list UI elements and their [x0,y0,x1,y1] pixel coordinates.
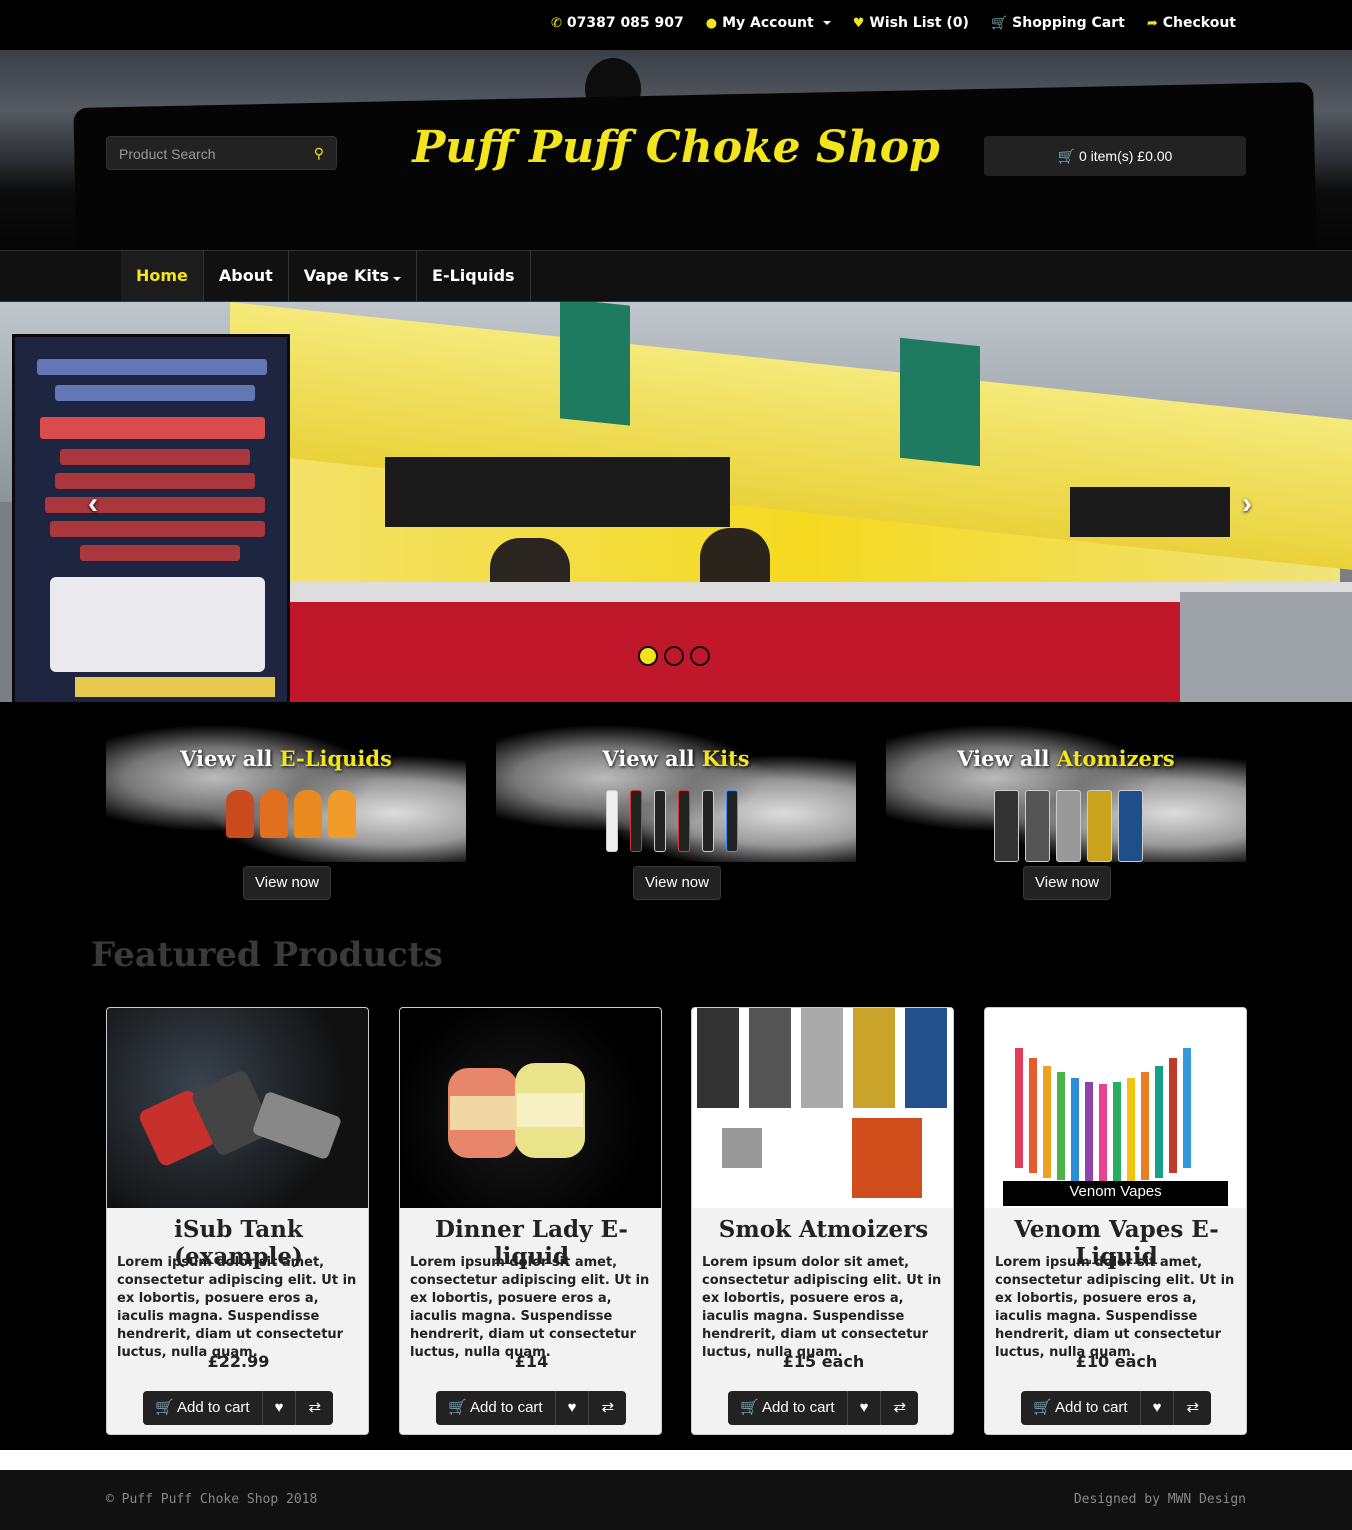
wish-list-link[interactable]: ♥ Wish List (0) [853,15,969,31]
product-card: Dinner Lady E-liquid Lorem ipsum dolor s… [399,1007,662,1435]
cart-icon: 🛒 [990,15,1008,31]
product-price: £22.99 [207,1352,270,1371]
wishlist-heart-icon[interactable]: ♥ [848,1391,882,1425]
compare-icon[interactable]: ⇄ [881,1391,918,1425]
wishlist-heart-icon[interactable]: ♥ [1141,1391,1175,1425]
nav-item-vape-kits[interactable]: Vape Kits [289,251,418,301]
product-image[interactable]: Venom Vapes [985,1008,1246,1208]
carousel-dot[interactable] [664,646,684,666]
product-image-caption: Venom Vapes [1069,1183,1162,1200]
product-image[interactable] [107,1008,368,1208]
category-title[interactable]: View all Kits [496,746,856,771]
product-card: iSub Tank (example) Lorem ipsum dolor si… [106,1007,369,1435]
checkout-link[interactable]: ➦ Checkout [1147,15,1236,31]
add-to-cart-button[interactable]: 🛒 Add to cart [1021,1391,1141,1425]
user-icon: ● [705,15,718,31]
nav-item-e-liquids[interactable]: E-Liquids [417,251,531,301]
product-price: £14 [514,1352,549,1371]
product-name[interactable]: Smok Atmoizers [692,1216,953,1243]
top-bar: ✆ 07387 085 907 ● My Account ♥ Wish List (0… [0,0,1352,50]
category-e-liquids: View all E-Liquids View now [106,722,466,902]
product-description: Lorem ipsum dolor sit amet, consectetur … [995,1255,1235,1360]
stall-sign [385,457,730,527]
category-title[interactable]: View all Atomizers [886,746,1246,771]
search-input[interactable]: Product Search ⚲ [106,136,337,170]
phone-icon: ✆ [550,15,562,31]
my-account-dropdown[interactable]: ● My Account [706,15,831,31]
footer: © Puff Puff Choke Shop 2018 Designed by … [0,1470,1352,1530]
cart-icon: 🛒 [740,1399,763,1416]
cart-icon: 🛒 [448,1399,471,1416]
product-description: Lorem ipsum dolor sit amet, consectetur … [117,1255,357,1360]
view-now-button[interactable]: View now [633,866,721,900]
featured-products-heading: Featured Products [91,935,443,975]
product-image[interactable] [692,1008,953,1208]
wishlist-heart-icon[interactable]: ♥ [263,1391,297,1425]
view-now-button[interactable]: View now [243,866,331,900]
cart-summary-button[interactable]: 🛒 0 item(s) £0.00 [984,136,1246,176]
share-arrow-icon: ➦ [1146,15,1158,31]
carousel-dot[interactable] [638,646,658,666]
caret-down-icon [393,277,402,281]
product-card: Venom Vapes Venom Vapes E-Liquid Lorem i… [984,1007,1247,1435]
phone-link[interactable]: ✆ 07387 085 907 [551,15,684,31]
add-to-cart-button[interactable]: 🛒 Add to cart [436,1391,556,1425]
site-logo[interactable]: Puff Puff Choke Shop [400,122,952,173]
product-description: Lorem ipsum dolor sit amet, consectetur … [702,1255,942,1360]
compare-icon[interactable]: ⇄ [589,1391,626,1425]
product-description: Lorem ipsum dolor sit amet, consectetur … [410,1255,650,1360]
product-image[interactable] [400,1008,661,1208]
search-placeholder: Product Search [119,146,216,162]
cart-icon: 🛒 [1057,148,1079,164]
carousel-next-icon[interactable]: › [1242,487,1252,521]
category-atomizers: View all Atomizers View now [886,722,1246,902]
hero-carousel: ‹ › [0,302,1352,702]
stall-sign [1070,487,1230,537]
caret-down-icon [822,21,831,25]
cart-icon: 🛒 [1033,1399,1056,1416]
main-nav: Home About Vape Kits E-Liquids [0,250,1352,302]
designer-credit[interactable]: Designed by MWN Design [1074,1492,1246,1507]
product-price: £10 each [1075,1352,1158,1371]
category-title[interactable]: View all E-Liquids [106,746,466,771]
nav-item-home[interactable]: Home [121,251,204,301]
copyright-text: © Puff Puff Choke Shop 2018 [106,1492,318,1507]
carousel-indicators [638,646,710,666]
carousel-prev-icon[interactable]: ‹ [88,487,98,521]
category-kits: View all Kits View now [496,722,856,902]
product-price: £15 each [782,1352,865,1371]
heart-icon: ♥ [852,15,865,31]
view-now-button[interactable]: View now [1023,866,1111,900]
cart-icon: 🛒 [155,1399,178,1416]
search-icon[interactable]: ⚲ [314,145,324,162]
compare-icon[interactable]: ⇄ [1174,1391,1211,1425]
compare-icon[interactable]: ⇄ [296,1391,333,1425]
add-to-cart-button[interactable]: 🛒 Add to cart [728,1391,848,1425]
add-to-cart-button[interactable]: 🛒 Add to cart [143,1391,263,1425]
nav-item-about[interactable]: About [204,251,289,301]
shopping-cart-link[interactable]: 🛒 Shopping Cart [991,15,1125,31]
wishlist-heart-icon[interactable]: ♥ [556,1391,590,1425]
shop-banner-image [12,334,290,702]
header: Product Search ⚲ Puff Puff Choke Shop 🛒 … [0,50,1352,250]
carousel-dot[interactable] [690,646,710,666]
product-card: Smok Atmoizers Lorem ipsum dolor sit ame… [691,1007,954,1435]
